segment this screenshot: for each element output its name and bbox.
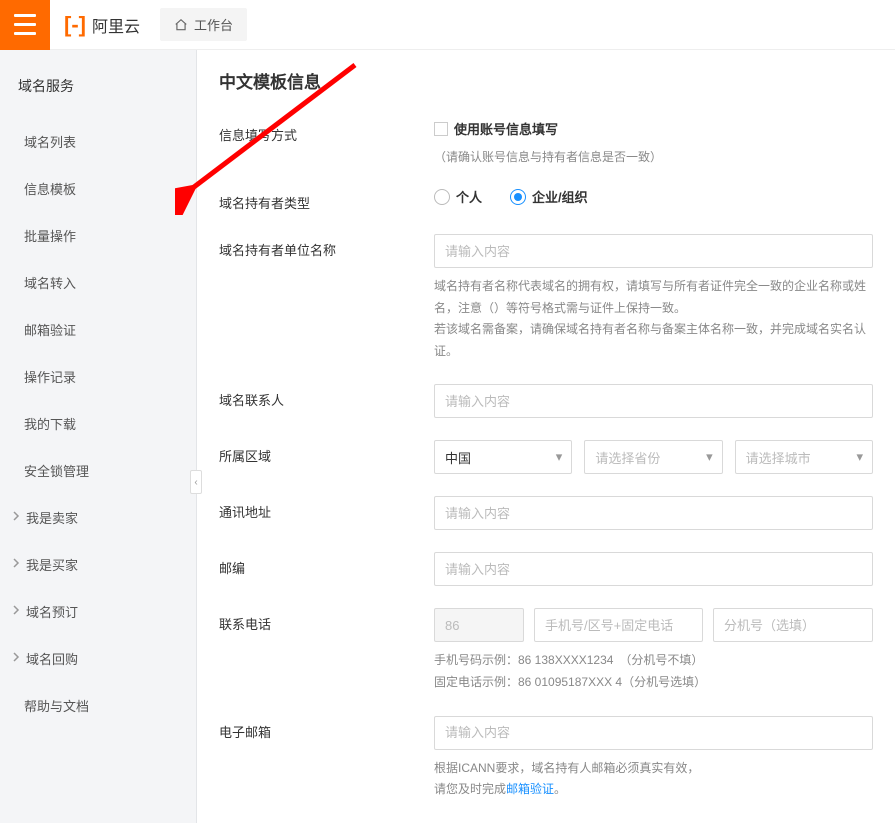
help-org-name: 域名持有者名称代表域名的拥有权，请填写与所有者证件完全一致的企业名称或姓名，注意… <box>434 276 873 362</box>
sidebar-item-label: 邮箱验证 <box>24 320 76 339</box>
sidebar-item-label: 批量操作 <box>24 226 76 245</box>
label-region: 所属区域 <box>219 440 434 474</box>
row-region: 所属区域 中国 ▾ 请选择省份 ▾ 请选择城市 ▾ <box>219 440 873 474</box>
label-email: 电子邮箱 <box>219 716 434 801</box>
input-org-name[interactable] <box>434 234 873 268</box>
row-phone: 联系电话 86 手机号码示例：86 138XXXX1234 （分机号不填） 固定… <box>219 608 873 693</box>
sidebar-item-5[interactable]: 操作记录 <box>0 353 196 400</box>
select-city-placeholder: 请选择城市 <box>746 448 811 467</box>
sidebar-item-2[interactable]: 批量操作 <box>0 212 196 259</box>
sidebar-item-label: 操作记录 <box>24 367 76 386</box>
input-contact[interactable] <box>434 384 873 418</box>
link-email-verify[interactable]: 邮箱验证 <box>506 782 554 796</box>
sidebar-item-label: 域名预订 <box>26 602 78 621</box>
sidebar-item-label: 安全锁管理 <box>24 461 89 480</box>
select-country[interactable]: 中国 ▾ <box>434 440 572 474</box>
label-holder-type: 域名持有者类型 <box>219 187 434 212</box>
sidebar-title: 域名服务 <box>0 50 196 118</box>
radio-icon <box>510 189 526 205</box>
help-email-prefix: 根据ICANN要求，域名持有人邮箱必须真实有效， <box>434 761 699 775</box>
radio-org[interactable]: 企业/组织 <box>510 187 588 206</box>
checkbox-label: 使用账号信息填写 <box>454 119 558 138</box>
input-postcode[interactable] <box>434 552 873 586</box>
chevron-right-icon <box>12 605 20 618</box>
sidebar: 域名服务 域名列表信息模板批量操作域名转入邮箱验证操作记录我的下载安全锁管理我是… <box>0 50 197 823</box>
chevron-right-icon <box>12 558 20 571</box>
sidebar-item-label: 域名回购 <box>26 649 78 668</box>
help-email-prefix2: 请您及时完成 <box>434 782 506 796</box>
workbench-label: 工作台 <box>194 15 233 34</box>
sidebar-item-10[interactable]: 域名预订 <box>0 588 196 635</box>
row-postcode: 邮编 <box>219 552 873 586</box>
input-email[interactable] <box>434 716 873 750</box>
label-postcode: 邮编 <box>219 552 434 586</box>
menu-toggle-button[interactable] <box>0 0 50 50</box>
top-header: [-] 阿里云 工作台 <box>0 0 895 50</box>
sidebar-item-label: 帮助与文档 <box>24 696 89 715</box>
chevron-right-icon <box>12 652 20 665</box>
help-email: 根据ICANN要求，域名持有人邮箱必须真实有效， 请您及时完成邮箱验证。 <box>434 758 873 801</box>
sidebar-item-4[interactable]: 邮箱验证 <box>0 306 196 353</box>
input-address[interactable] <box>434 496 873 530</box>
row-email: 电子邮箱 根据ICANN要求，域名持有人邮箱必须真实有效， 请您及时完成邮箱验证… <box>219 716 873 801</box>
sidebar-item-12[interactable]: 帮助与文档 <box>0 682 196 729</box>
sidebar-item-label: 信息模板 <box>24 179 76 198</box>
row-contact: 域名联系人 <box>219 384 873 418</box>
input-phone-ext[interactable] <box>713 608 873 642</box>
label-org-name: 域名持有者单位名称 <box>219 234 434 362</box>
checkbox-icon <box>434 122 448 136</box>
sidebar-item-9[interactable]: 我是买家 <box>0 541 196 588</box>
home-icon <box>174 18 188 32</box>
label-fill-method: 信息填写方式 <box>219 119 434 165</box>
sidebar-item-3[interactable]: 域名转入 <box>0 259 196 306</box>
sidebar-item-1[interactable]: 信息模板 <box>0 165 196 212</box>
select-city[interactable]: 请选择城市 ▾ <box>735 440 873 474</box>
chevron-right-icon <box>12 511 20 524</box>
row-org-name: 域名持有者单位名称 域名持有者名称代表域名的拥有权，请填写与所有者证件完全一致的… <box>219 234 873 362</box>
sidebar-item-label: 我是卖家 <box>26 508 78 527</box>
brand-text: 阿里云 <box>92 13 140 37</box>
sidebar-item-7[interactable]: 安全锁管理 <box>0 447 196 494</box>
sidebar-item-6[interactable]: 我的下载 <box>0 400 196 447</box>
select-country-value: 中国 <box>445 448 471 467</box>
select-province[interactable]: 请选择省份 ▾ <box>584 440 722 474</box>
radio-org-label: 企业/组织 <box>532 187 588 206</box>
sidebar-item-0[interactable]: 域名列表 <box>0 118 196 165</box>
radio-personal-label: 个人 <box>456 187 482 206</box>
row-address: 通讯地址 <box>219 496 873 530</box>
checkbox-use-account[interactable]: 使用账号信息填写 <box>434 119 873 138</box>
page-title: 中文模板信息 <box>219 68 873 93</box>
label-contact: 域名联系人 <box>219 384 434 418</box>
help-phone-line2: 固定电话示例：86 01095187XXX 4（分机号选填） <box>434 672 873 694</box>
sidebar-item-label: 我的下载 <box>24 414 76 433</box>
fill-method-hint: （请确认账号信息与持有者信息是否一致） <box>434 148 873 165</box>
select-province-placeholder: 请选择省份 <box>595 448 660 467</box>
radio-personal[interactable]: 个人 <box>434 187 482 206</box>
help-phone-line1: 手机号码示例：86 138XXXX1234 （分机号不填） <box>434 650 873 672</box>
workbench-button[interactable]: 工作台 <box>160 8 247 41</box>
sidebar-item-8[interactable]: 我是卖家 <box>0 494 196 541</box>
input-phone-main[interactable] <box>534 608 703 642</box>
row-holder-type: 域名持有者类型 个人 企业/组织 <box>219 187 873 212</box>
label-address: 通讯地址 <box>219 496 434 530</box>
brand-logo[interactable]: [-] 阿里云 <box>64 12 140 38</box>
sidebar-item-label: 我是买家 <box>26 555 78 574</box>
radio-icon <box>434 189 450 205</box>
row-fill-method: 信息填写方式 使用账号信息填写 （请确认账号信息与持有者信息是否一致） <box>219 119 873 165</box>
sidebar-item-label: 域名列表 <box>24 132 76 151</box>
help-phone: 手机号码示例：86 138XXXX1234 （分机号不填） 固定电话示例：86 … <box>434 650 873 693</box>
logo-icon: [-] <box>64 12 86 38</box>
label-phone: 联系电话 <box>219 608 434 693</box>
help-email-suffix: 。 <box>554 782 566 796</box>
sidebar-item-label: 域名转入 <box>24 273 76 292</box>
phone-country-code: 86 <box>434 608 524 642</box>
main-content: 中文模板信息 信息填写方式 使用账号信息填写 （请确认账号信息与持有者信息是否一… <box>197 50 895 823</box>
sidebar-item-11[interactable]: 域名回购 <box>0 635 196 682</box>
